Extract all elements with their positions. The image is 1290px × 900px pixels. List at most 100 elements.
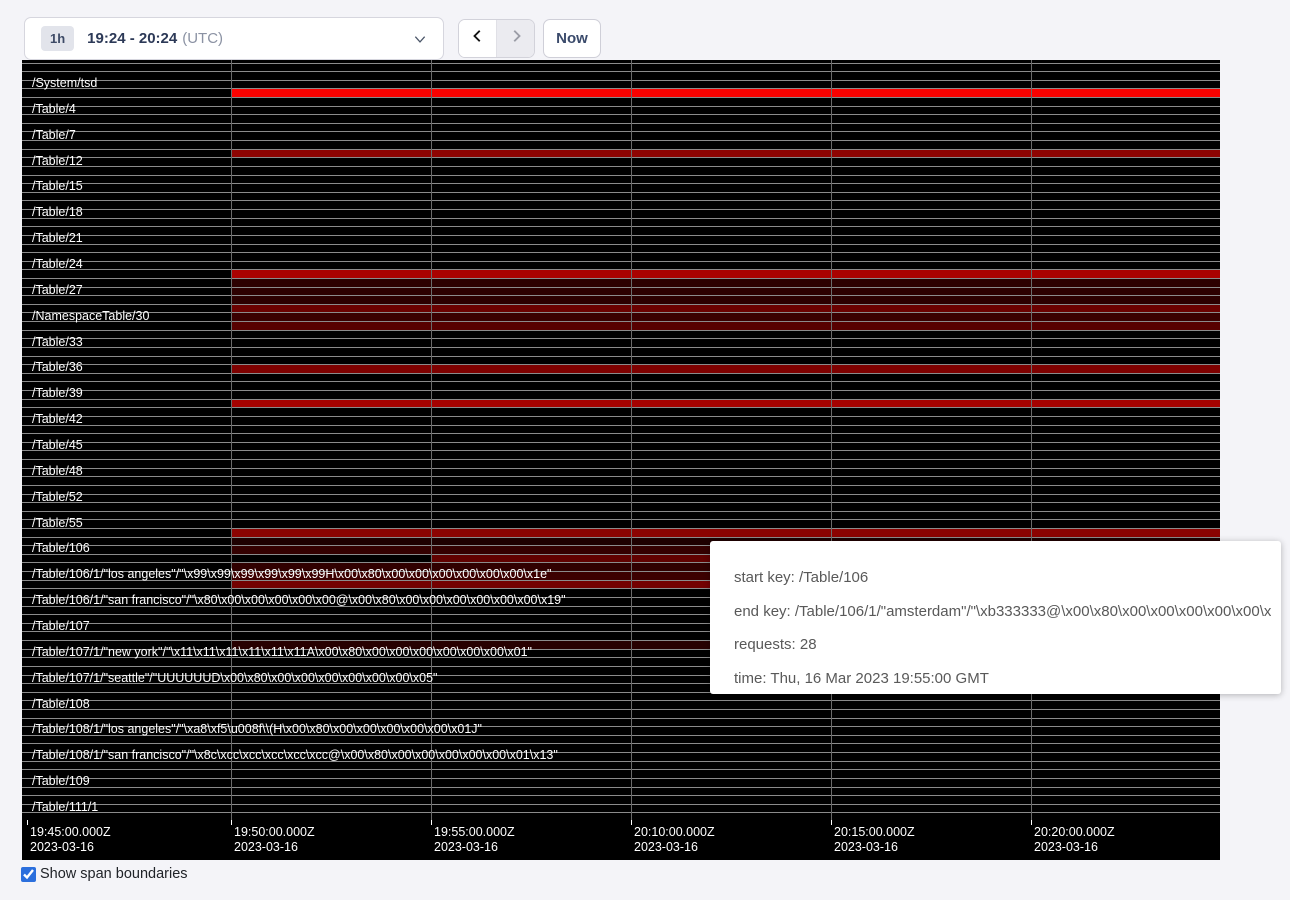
show-span-boundaries-label: Show span boundaries <box>40 866 188 882</box>
span-boundary-line <box>22 106 1220 107</box>
span-boundary-line <box>22 123 1220 124</box>
heat-band[interactable] <box>232 278 1220 304</box>
span-start-key-label: /Table/107/1/"seattle"/"UUUUUUD\x00\x80\… <box>32 671 437 685</box>
axis-tick-mark <box>27 820 28 825</box>
now-button[interactable]: Now <box>543 19 601 58</box>
span-boundary-line <box>22 425 1220 426</box>
span-boundary-line <box>22 235 1220 236</box>
span-boundary-line <box>22 416 1220 417</box>
span-boundary-line <box>22 769 1220 770</box>
span-start-key-label: /Table/27 <box>32 283 83 297</box>
span-boundary-line <box>22 502 1220 503</box>
span-start-key-label: /Table/4 <box>32 102 76 116</box>
span-start-key-label: /Table/15 <box>32 179 83 193</box>
span-boundary-line <box>22 261 1220 262</box>
span-start-key-label: /Table/106 <box>32 541 90 555</box>
heat-band[interactable] <box>232 321 1220 330</box>
time-gridline <box>431 60 432 820</box>
heat-band[interactable] <box>232 364 1220 373</box>
span-boundary-line <box>22 295 1220 296</box>
span-start-key-label: /Table/48 <box>32 464 83 478</box>
span-start-key-label: /Table/42 <box>32 412 83 426</box>
span-boundary-line <box>22 218 1220 219</box>
span-boundary-line <box>22 131 1220 132</box>
key-visualizer-page: 1h 19:24 - 20:24 (UTC) Now /System/tsd/T… <box>0 0 1290 900</box>
span-boundary-line <box>22 157 1220 158</box>
span-boundary-line <box>22 338 1220 339</box>
time-gridline <box>1031 60 1032 820</box>
time-gridline <box>831 60 832 820</box>
next-time-button[interactable] <box>497 20 534 57</box>
span-start-key-label: /Table/55 <box>32 516 83 530</box>
span-start-key-label: /Table/108/1/"san francisco"/"\x8c\xcc\x… <box>32 748 558 762</box>
span-boundary-line <box>22 140 1220 141</box>
heat-band[interactable] <box>232 312 1220 321</box>
span-start-key-label: /Table/52 <box>32 490 83 504</box>
span-boundary-line <box>22 80 1220 81</box>
heat-band[interactable] <box>232 399 1220 408</box>
span-start-key-label: /System/tsd <box>32 76 97 90</box>
span-boundary-line <box>22 175 1220 176</box>
span-boundary-line <box>22 209 1220 210</box>
span-start-key-label: /Table/45 <box>32 438 83 452</box>
span-boundary-line <box>22 312 1220 313</box>
heat-band[interactable] <box>232 528 1220 537</box>
span-boundary-line <box>22 399 1220 400</box>
span-boundary-line <box>22 63 1220 64</box>
span-start-key-label: /NamespaceTable/30 <box>32 309 149 323</box>
span-boundary-line <box>22 356 1220 357</box>
span-boundary-line <box>22 494 1220 495</box>
span-boundary-line <box>22 149 1220 150</box>
span-boundary-line <box>22 709 1220 710</box>
axis-tick-date: 2023-03-16 <box>634 840 715 855</box>
span-start-key-label: /Table/12 <box>32 154 83 168</box>
span-boundary-line <box>22 433 1220 434</box>
span-start-key-label: /Table/107/1/"new york"/"\x11\x11\x11\x1… <box>32 645 532 659</box>
show-span-boundaries-checkbox[interactable] <box>21 867 36 882</box>
heat-band[interactable] <box>232 269 1220 278</box>
axis-tick-date: 2023-03-16 <box>434 840 515 855</box>
span-start-key-label: /Table/7 <box>32 128 76 142</box>
span-boundary-line <box>22 330 1220 331</box>
span-start-key-label: /Table/106/1/"san francisco"/"\x80\x00\x… <box>32 593 566 607</box>
tooltip-requests: requests: 28 <box>734 628 1271 662</box>
axis-tick-label: 20:15:00.000Z2023-03-16 <box>834 825 915 855</box>
span-tooltip: start key: /Table/106 end key: /Table/10… <box>710 541 1281 694</box>
footer-controls: Show span boundaries <box>21 866 188 882</box>
key-visualizer-heatmap: /System/tsd/Table/4/Table/7/Table/12/Tab… <box>22 60 1220 860</box>
span-start-key-label: /Table/106/1/"los angeles"/"\x99\x99\x99… <box>32 567 551 581</box>
span-boundary-line <box>22 166 1220 167</box>
span-start-key-label: /Table/109 <box>32 774 90 788</box>
axis-tick-mark <box>631 820 632 825</box>
span-boundary-line <box>22 304 1220 305</box>
axis-tick-time: 19:55:00.000Z <box>434 825 515 840</box>
chevron-left-icon <box>471 28 485 49</box>
span-boundary-line <box>22 287 1220 288</box>
span-boundary-line <box>22 476 1220 477</box>
axis-tick-time: 19:50:00.000Z <box>234 825 315 840</box>
heat-band[interactable] <box>232 304 1220 313</box>
heatmap-grid[interactable]: /System/tsd/Table/4/Table/7/Table/12/Tab… <box>22 60 1220 820</box>
span-start-key-label: /Table/36 <box>32 360 83 374</box>
tooltip-time: time: Thu, 16 Mar 2023 19:55:00 GMT <box>734 662 1271 696</box>
span-boundary-line <box>22 519 1220 520</box>
axis-tick-label: 20:20:00.000Z2023-03-16 <box>1034 825 1115 855</box>
span-boundary-line <box>22 269 1220 270</box>
range-text: 19:24 - 20:24 <box>87 30 177 47</box>
prev-time-button[interactable] <box>459 20 497 57</box>
span-boundary-line <box>22 200 1220 201</box>
range-timezone: (UTC) <box>182 30 223 47</box>
span-boundary-line <box>22 778 1220 779</box>
span-boundary-line <box>22 71 1220 72</box>
span-boundary-line <box>22 812 1220 813</box>
time-axis: 19:45:00.000Z2023-03-1619:50:00.000Z2023… <box>22 820 1220 860</box>
time-range-dropdown[interactable]: 1h 19:24 - 20:24 (UTC) <box>24 17 444 60</box>
span-boundary-line <box>22 459 1220 460</box>
span-boundary-line <box>22 407 1220 408</box>
heat-band[interactable] <box>232 88 1220 97</box>
span-start-key-label: /Table/111/1 <box>32 800 98 814</box>
tooltip-start-key: start key: /Table/106 <box>734 561 1271 595</box>
heat-band[interactable] <box>232 149 1220 158</box>
time-gridline <box>231 60 232 820</box>
span-start-key-label: /Table/108 <box>32 697 90 711</box>
